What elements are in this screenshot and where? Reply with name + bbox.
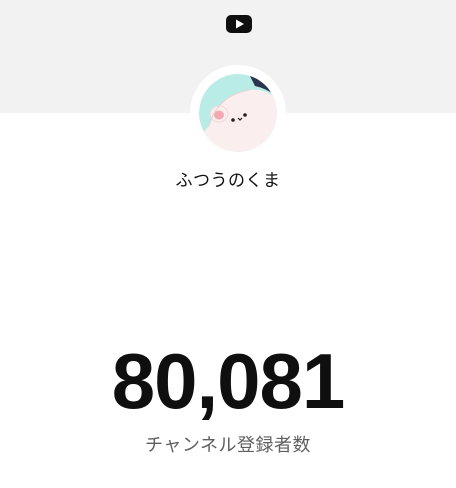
subscriber-count: 80,081 [111, 337, 346, 425]
bear-avatar-icon [199, 74, 277, 152]
channel-name[interactable]: ふつうのくま [0, 166, 456, 191]
youtube-play-icon[interactable] [226, 14, 252, 34]
subscriber-count-label: チャンネル登録者数 [145, 435, 311, 456]
avatar[interactable] [199, 74, 277, 152]
